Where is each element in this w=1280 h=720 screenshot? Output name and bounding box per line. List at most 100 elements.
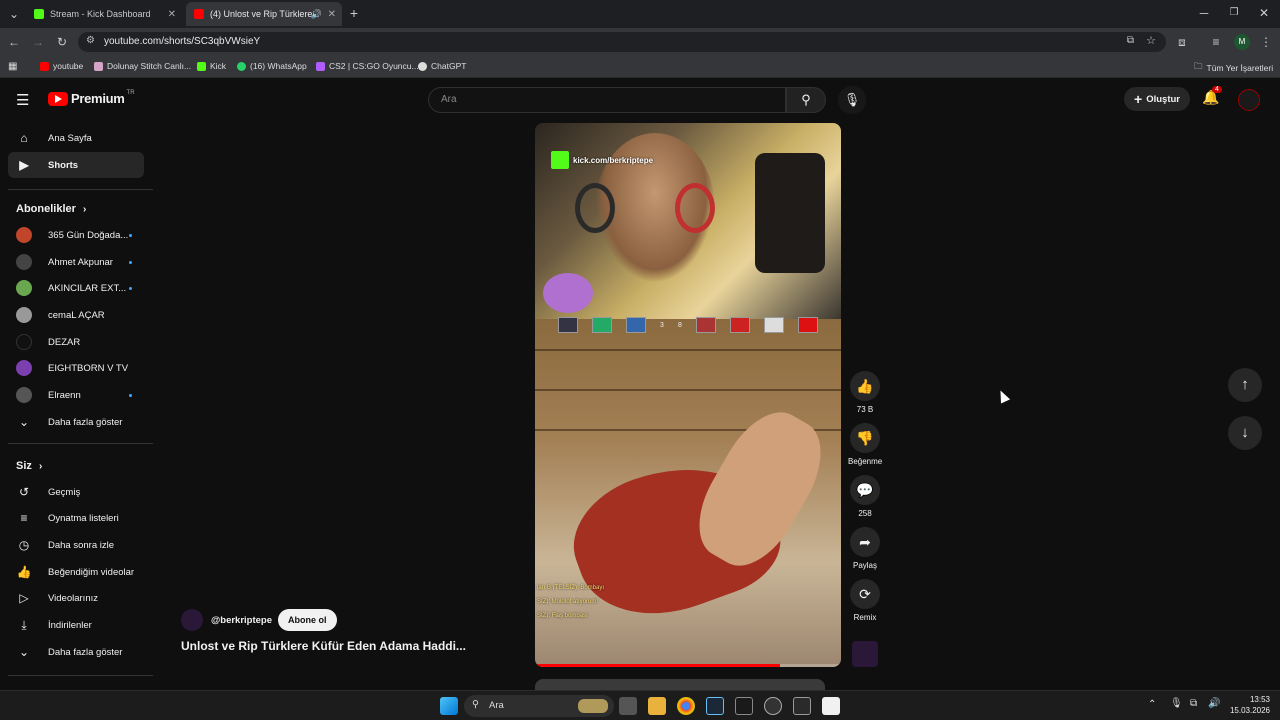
microphone-foam	[543, 273, 593, 313]
sidebar-item-your-videos[interactable]: ▷ Videolarınız	[8, 585, 144, 611]
sidebar-item-shorts[interactable]: ▶ Shorts	[8, 152, 144, 178]
short-video-player[interactable]: kick.com/berkriptepe 3 8 ları B (TELSİZ)…	[535, 123, 841, 667]
sidebar-item-home[interactable]: ⌂ Ana Sayfa	[8, 125, 144, 151]
bookmark-label: Kick	[210, 61, 227, 71]
new-content-dot	[129, 286, 132, 290]
bookmark-youtube[interactable]: youtube	[40, 61, 83, 71]
forward-icon[interactable]: →	[30, 34, 46, 50]
menu-kebab-icon[interactable]: ⋮	[1258, 34, 1274, 50]
sound-thumbnail[interactable]	[852, 641, 878, 667]
bookmark-dolunay[interactable]: Dolunay Stitch Canlı...	[94, 61, 191, 71]
new-tab-icon[interactable]: +	[346, 5, 362, 21]
bookmark-star-icon[interactable]: ☆	[1146, 34, 1156, 47]
reload-icon[interactable]: ↻	[54, 34, 70, 50]
microphone-icon[interactable]: 🎙	[1170, 698, 1183, 709]
subscription-item[interactable]: cemaL AÇAR	[8, 302, 144, 328]
subscription-item[interactable]: 365 Gün Doğada...	[8, 222, 144, 248]
subscription-item[interactable]: AKINCILAR EXT...	[8, 275, 144, 301]
subscription-item[interactable]: DEZAR	[8, 329, 144, 355]
app-icon[interactable]	[822, 697, 840, 715]
sidebar-item-watch-later[interactable]: ◷ Daha sonra izle	[8, 532, 144, 558]
bookmark-whatsapp[interactable]: (16) WhatsApp	[237, 61, 307, 71]
video-progress-bar[interactable]	[535, 664, 841, 667]
tab-youtube-short[interactable]: (4) Unlost ve Rip Türklere K 🔊 ✕	[186, 2, 342, 26]
steam-icon[interactable]	[706, 697, 724, 715]
share-label: Paylaş	[852, 561, 877, 570]
you-show-more[interactable]: ⌄ Daha fazla göster	[8, 639, 144, 665]
channel-avatar[interactable]	[181, 609, 203, 631]
speaker-icon[interactable]: 🔊	[311, 9, 322, 20]
volume-icon[interactable]: 🔊	[1208, 698, 1220, 709]
short-title[interactable]: Unlost ve Rip Türklere Küfür Eden Adama …	[181, 639, 466, 653]
subscription-item[interactable]: Ahmet Akpunar	[8, 249, 144, 275]
notifications-button[interactable]: 🔔 4	[1202, 86, 1222, 106]
subscription-item[interactable]: Elraenn	[8, 382, 144, 408]
sidebar-item-playlists[interactable]: ≡ Oynatma listeleri	[8, 505, 144, 531]
game-chat-line: SİZ): Molotof atıyorum!	[537, 599, 599, 605]
network-icon[interactable]: ⧉	[1190, 698, 1197, 709]
subscriptions-show-more[interactable]: ⌄ Daha fazla göster	[8, 409, 144, 435]
apps-grid-icon[interactable]: ▦	[8, 61, 17, 72]
search-button[interactable]: ⚲	[786, 87, 826, 113]
you-heading[interactable]: Siz ›	[16, 460, 42, 472]
app-icon[interactable]	[764, 697, 782, 715]
like-button[interactable]: 👍 73 B	[848, 371, 882, 414]
chrome-icon[interactable]	[677, 697, 695, 715]
bookmark-cs2[interactable]: CS2 | CS:GO Oyuncu...	[316, 61, 419, 71]
channel-avatar[interactable]	[1238, 89, 1260, 111]
maximize-icon[interactable]: ❐	[1226, 5, 1242, 21]
voice-search-button[interactable]: 🎙	[838, 86, 866, 114]
subscription-item[interactable]: EIGHTBORN V TV	[8, 355, 144, 381]
close-tab-icon[interactable]: ✕	[328, 9, 336, 20]
search-input[interactable]: Ara	[428, 87, 786, 113]
sidebar: ⌂ Ana Sayfa ▶ Shorts Abonelikler › 365 Gün…	[0, 79, 153, 691]
taskbar-search[interactable]: ⚲ Ara	[464, 695, 614, 717]
cast-icon[interactable]: ⧉	[1127, 35, 1134, 46]
subscribe-button[interactable]: Abone ol	[278, 609, 337, 631]
channel-handle[interactable]: @berkriptepe	[211, 615, 272, 626]
subscription-name: DEZAR	[48, 336, 81, 348]
sidebar-item-history[interactable]: ↺ Geçmiş	[8, 479, 144, 505]
profile-avatar[interactable]: M	[1234, 34, 1250, 50]
chevron-right-icon: ›	[82, 204, 87, 215]
hud-player-icon	[695, 317, 716, 333]
minimize-icon[interactable]: ─	[1196, 5, 1212, 21]
share-button[interactable]: ➦ Paylaş	[848, 527, 882, 570]
task-view-icon[interactable]	[619, 697, 637, 715]
epic-games-icon[interactable]	[793, 697, 811, 715]
chatgpt-icon	[418, 61, 427, 71]
back-icon[interactable]: ←	[6, 34, 22, 50]
sidebar-item-downloads[interactable]: ⤓ İndirilenler	[8, 612, 144, 638]
subscription-name: 365 Gün Doğada...	[48, 229, 129, 241]
media-control-icon[interactable]: ≡	[1208, 34, 1224, 50]
bookmark-kick[interactable]: Kick	[197, 61, 226, 71]
previous-short-button[interactable]: ↑	[1228, 368, 1262, 402]
chair	[755, 153, 825, 273]
tab-kick-dashboard[interactable]: Stream - Kick Dashboard ✕	[26, 2, 182, 26]
create-button[interactable]: + Oluştur	[1124, 87, 1190, 111]
avatar	[16, 254, 32, 270]
tab-list-chevron-icon[interactable]: ⌄	[6, 6, 22, 22]
sidebar-item-label: Shorts	[48, 159, 79, 171]
dislike-button[interactable]: 👎 Beğenme	[848, 423, 882, 466]
app-icon[interactable]	[735, 697, 753, 715]
sidebar-item-liked[interactable]: 👍 Beğendiğim videolar	[8, 559, 144, 585]
tray-chevron-icon[interactable]: ⌃	[1148, 699, 1156, 710]
all-bookmarks[interactable]: 🗀 Tüm Yer İşaretleri	[1194, 61, 1273, 75]
clock[interactable]: 13:53 15.03.2026	[1228, 694, 1270, 716]
remix-button[interactable]: ⟳ Remix	[848, 579, 882, 622]
like-icon: 👍	[16, 565, 32, 579]
next-short-button[interactable]: ↓	[1228, 416, 1262, 450]
close-tab-icon[interactable]: ✕	[168, 9, 176, 20]
url-field[interactable]: ⚙ youtube.com/shorts/SC3qbVWsieY ⧉ ☆	[78, 32, 1166, 52]
extensions-icon[interactable]: ⧈	[1174, 34, 1190, 50]
window-close-icon[interactable]: ✕	[1256, 5, 1272, 21]
windows-start-icon[interactable]	[440, 697, 458, 715]
bookmark-chatgpt[interactable]: ChatGPT	[418, 61, 466, 71]
file-explorer-icon[interactable]	[648, 697, 666, 715]
subscriptions-heading[interactable]: Abonelikler ›	[16, 203, 86, 215]
folder-icon: 🗀	[1194, 61, 1203, 71]
comments-button[interactable]: 💬 258	[848, 475, 882, 518]
search-highlight-image	[578, 699, 608, 713]
site-info-icon[interactable]: ⚙	[86, 35, 95, 46]
